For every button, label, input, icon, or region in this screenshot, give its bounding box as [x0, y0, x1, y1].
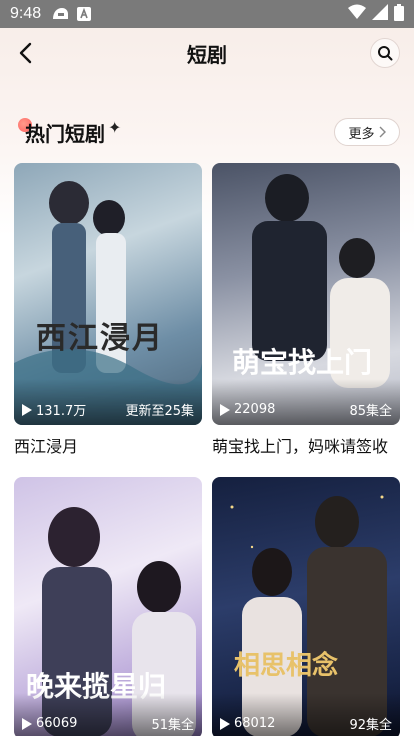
page-title: 短剧	[187, 42, 227, 67]
drama-card[interactable]: 萌宝找上门 22098 85集全 萌宝找上门，妈咪请签收	[212, 163, 400, 457]
battery-icon	[394, 3, 404, 25]
view-count: 68012	[234, 716, 276, 731]
status-bar: 9:48	[0, 0, 414, 28]
view-count: 131.7万	[36, 404, 87, 419]
play-icon	[220, 717, 230, 730]
sparkle-icon: ✦	[108, 118, 122, 137]
drama-stats: 22098 85集全	[220, 400, 392, 419]
drama-title[interactable]: 萌宝找上门，妈咪请签收	[212, 433, 400, 457]
poster-title: 萌宝找上门	[232, 346, 373, 379]
poster-title: 相思相念	[234, 651, 339, 681]
chevron-left-icon	[19, 42, 32, 64]
font-a-icon	[77, 7, 92, 21]
search-button[interactable]	[370, 38, 400, 68]
episode-count: 更新至25集	[125, 404, 194, 419]
poster-title: 西江浸月	[36, 321, 164, 356]
section-header: 热门短剧 ✦ 更多	[0, 112, 414, 152]
drama-title[interactable]: 西江浸月	[14, 433, 202, 457]
drama-card[interactable]: 晚来揽星归 66069 51集全	[14, 477, 202, 736]
drama-poster[interactable]: 晚来揽星归 66069 51集全	[14, 477, 202, 736]
drama-poster[interactable]: 相思相念 68012 92集全	[212, 477, 400, 736]
search-icon	[378, 46, 393, 61]
drama-stats: 131.7万 更新至25集	[22, 400, 194, 419]
signal-icon	[372, 4, 388, 24]
episode-count: 92集全	[349, 718, 392, 733]
view-count: 66069	[36, 716, 78, 731]
episode-count: 85集全	[349, 404, 392, 419]
drama-card[interactable]: 西江浸月 131.7万 更新至25集 西江浸月	[14, 163, 202, 457]
drama-stats: 68012 92集全	[220, 714, 392, 733]
drama-stats: 66069 51集全	[22, 714, 194, 733]
view-count: 22098	[234, 402, 276, 417]
back-button[interactable]	[10, 38, 40, 68]
drama-poster[interactable]: 萌宝找上门 22098 85集全	[212, 163, 400, 425]
drama-poster[interactable]: 西江浸月 131.7万 更新至25集	[14, 163, 202, 425]
drama-card[interactable]: 相思相念 68012 92集全	[212, 477, 400, 736]
chevron-right-icon	[379, 126, 386, 138]
play-icon	[220, 403, 230, 416]
wifi-icon	[348, 4, 366, 24]
more-label: 更多	[348, 126, 375, 142]
notification-icon	[51, 6, 69, 22]
more-button[interactable]: 更多	[334, 118, 400, 146]
status-time: 9:48	[10, 5, 42, 22]
nav-bar: 短剧	[0, 28, 414, 78]
section-title: 热门短剧	[25, 122, 105, 146]
play-icon	[22, 717, 32, 730]
play-icon	[22, 403, 32, 416]
episode-count: 51集全	[151, 718, 194, 733]
